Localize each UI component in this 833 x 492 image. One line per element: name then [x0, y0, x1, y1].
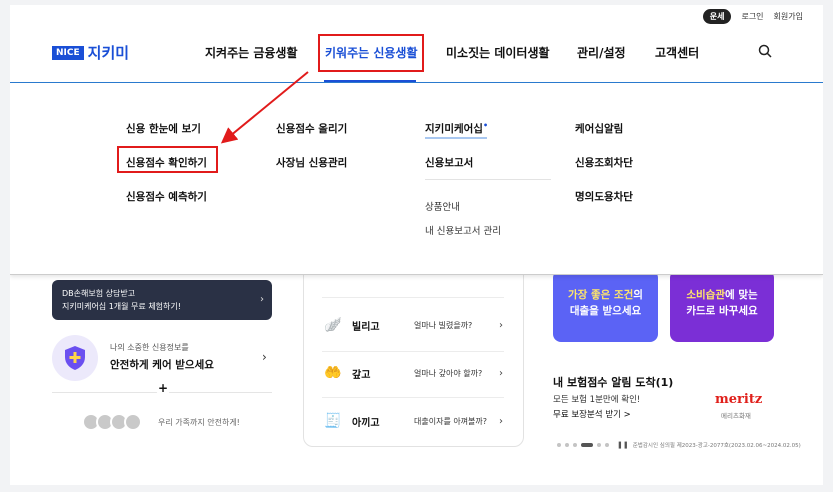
page-frame: 운세 로그인 회원가입 NICE 지키미 지켜주는 금융생활 키워주는 신용생활… [10, 5, 823, 485]
annotation-arrow [220, 71, 309, 144]
